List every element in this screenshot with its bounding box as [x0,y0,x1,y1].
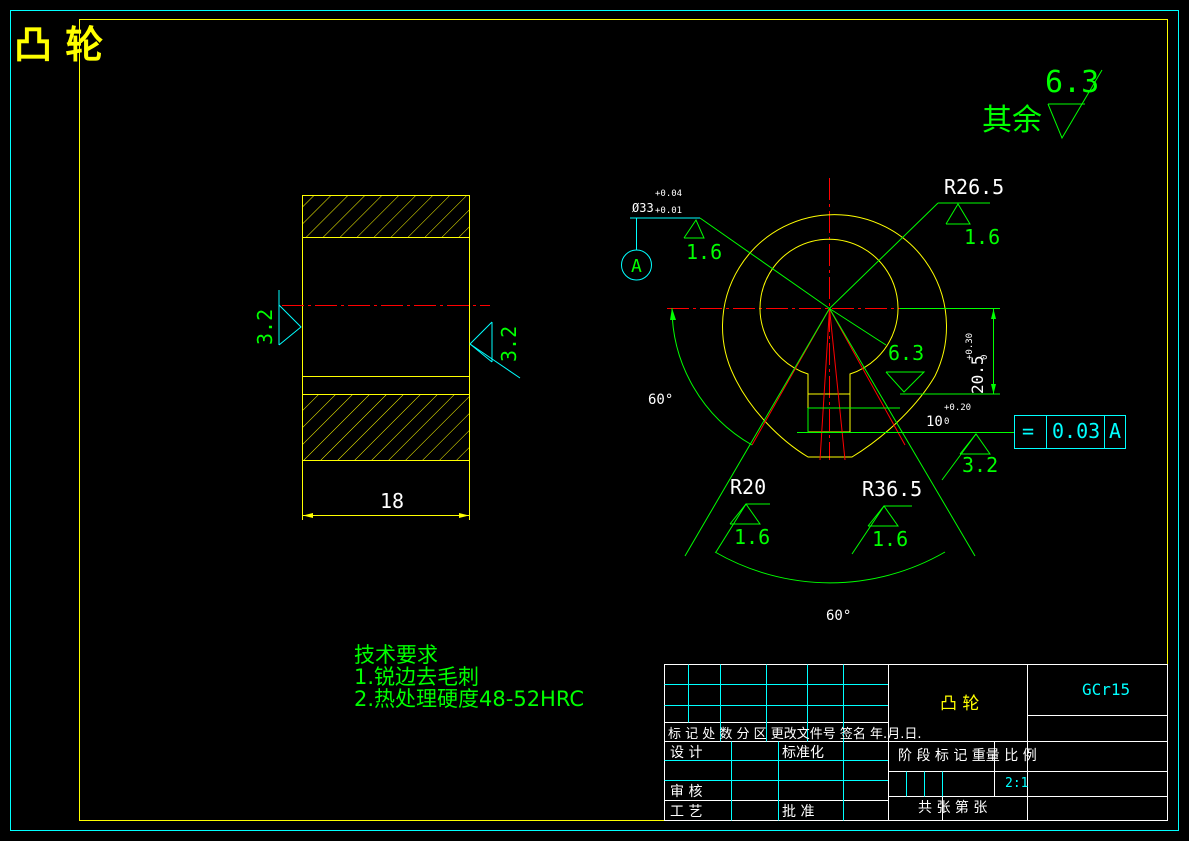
svg-text:+0.01: +0.01 [655,206,682,216]
tolerance-value: 0.03 [1052,419,1100,443]
other-roughness: 其余 6.3 [982,65,1103,140]
bore-diameter: Ø33 [632,201,654,215]
other-roughness-label: 其余 [982,103,1042,138]
svg-text:1.6: 1.6 [872,527,908,551]
front-view: A Ø33 +0.04 +0.01 R26.5 R20 R36.5 60° 60… [621,175,1126,624]
tech-requirements: 技术要求 1.锐边去毛刺 2.热处理硬度48-52HRC [354,643,584,711]
section-view: 18 3.2 3.2 [253,195,521,520]
svg-text:3.2: 3.2 [497,326,521,362]
cam-outline [722,214,947,458]
width-dimension: 18 [380,489,404,513]
svg-text:6.3: 6.3 [888,341,924,365]
tolerance-datum: A [1109,419,1121,443]
svg-text:3.2: 3.2 [962,453,998,477]
key-depth: 20.5 [968,355,987,394]
svg-text:0: 0 [980,355,990,360]
approve-label: 批 准 [782,804,814,820]
svg-text:1.6: 1.6 [686,240,722,264]
hatch-bottom [302,394,470,461]
standardize-label: 标准化 [782,745,824,761]
roughness-r365: 1.6 [851,505,912,555]
roughness-keyway: 6.3 [885,341,926,393]
stage-labels: 阶 段 标 记 重量 比 例 [898,748,1037,764]
process-label: 工 艺 [670,804,702,820]
svg-text:1.6: 1.6 [964,225,1000,249]
material: GCr15 [1082,680,1130,699]
revision-header: 标 记 处 数 分 区 更改文件号 签名 年.月.日. [668,726,921,742]
roughness-side-right: 3.2 [469,321,521,379]
svg-text:0: 0 [944,417,949,427]
angle-bottom: 60° [826,608,851,624]
svg-text:+0.04: +0.04 [655,189,682,199]
r-right-label: R36.5 [862,477,922,501]
roughness-side-left: 3.2 [253,290,302,346]
cad-drawing: 凸 轮 其余 6.3 18 3.2 3.2 A Ø33 +0.04 +0.01 … [10,10,1179,831]
inner-border [79,19,1168,821]
datum-label: A [631,256,642,277]
design-label: 设 计 [670,745,702,761]
key-width: 10 [926,414,943,430]
tolerance-frame: = 0.03 A [1014,415,1126,449]
tech-heading: 技术要求 [354,643,438,667]
tolerance-symbol: = [1022,419,1034,443]
roughness-outer: 1.6 [945,203,1000,249]
title-block-text: 凸 轮 GCr15 标 记 处 数 分 区 更改文件号 签名 年.月.日. 设 … [668,680,1130,820]
tech-item-1: 1.锐边去毛刺 [354,665,479,689]
sheet-info: 共 张 第 张 [918,799,987,816]
svg-text:3.2: 3.2 [253,309,277,345]
scale-value: 2:1 [1005,776,1028,791]
drawing-title: 凸 轮 [14,23,103,67]
roughness-slot-bottom: 3.2 [941,433,998,481]
svg-text:+0.30: +0.30 [965,333,975,360]
tech-item-2: 2.热处理硬度48-52HRC [354,687,584,711]
other-roughness-value: 6.3 [1045,65,1099,100]
r-outer-label: R26.5 [944,175,1004,199]
angle-left: 60° [648,392,673,408]
roughness-bore: 1.6 [683,218,722,264]
review-label: 审 核 [670,784,702,800]
roughness-r20: 1.6 [715,503,770,553]
part-name: 凸 轮 [940,694,979,714]
svg-text:+0.20: +0.20 [944,403,971,413]
hatch-top [302,195,470,238]
svg-text:1.6: 1.6 [734,525,770,549]
r-left-label: R20 [730,475,766,499]
